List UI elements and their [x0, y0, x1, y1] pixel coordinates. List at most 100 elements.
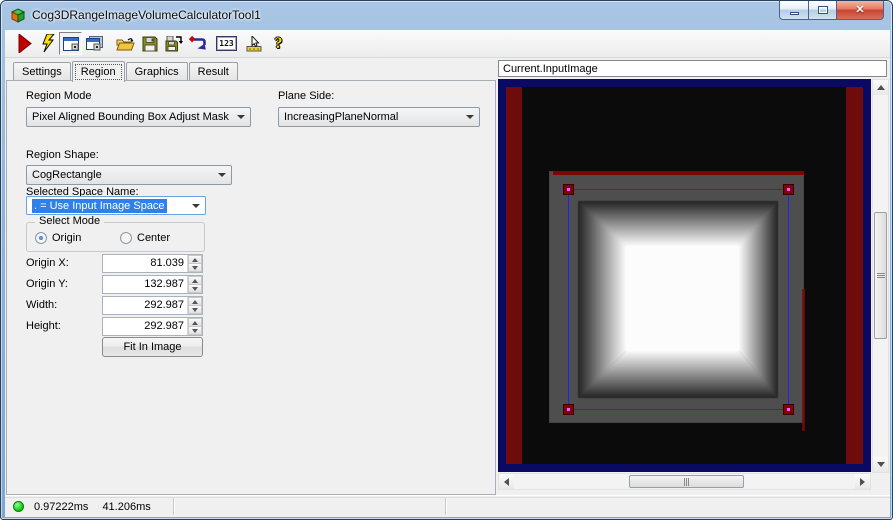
region-mode-select[interactable]: Pixel Aligned Bounding Box Adjust Mask: [26, 107, 251, 127]
radio-icon: [120, 232, 132, 244]
center-radio[interactable]: Center: [120, 232, 170, 244]
save-file-button[interactable]: [138, 32, 161, 55]
width-stepper[interactable]: 292.987: [102, 296, 203, 315]
run-icon: [18, 34, 32, 53]
save-image-button[interactable]: [162, 32, 185, 55]
client-area: 123 ? Settings Region Graphics Result Re…: [5, 30, 890, 517]
chevron-down-icon: [237, 115, 245, 119]
help-icon: ?: [274, 34, 283, 52]
spin-up-button[interactable]: [188, 276, 202, 285]
window-title: Cog3DRangeImageVolumeCalculatorTool1: [32, 8, 261, 22]
region-handle-bottom-right[interactable]: [783, 404, 794, 415]
horizontal-scrollbar[interactable]: [498, 473, 871, 490]
reset-icon: [189, 35, 206, 50]
maximize-button[interactable]: [808, 1, 837, 20]
origin-x-stepper[interactable]: 81.039: [102, 254, 203, 273]
region-mode-label: Region Mode: [26, 90, 92, 102]
spin-up-button[interactable]: [188, 255, 202, 264]
scroll-left-button[interactable]: [499, 474, 514, 489]
fit-in-image-button[interactable]: Fit In Image: [102, 337, 203, 357]
region-handle-top-right[interactable]: [783, 184, 794, 195]
vertical-scroll-thumb[interactable]: [874, 212, 887, 339]
scroll-right-button[interactable]: [855, 474, 870, 489]
execution-time: 0.97222ms: [34, 500, 89, 513]
close-icon: ✕: [855, 3, 865, 16]
chevron-down-icon: [218, 173, 226, 177]
tab-strip: Settings Region Graphics Result: [13, 60, 239, 82]
cube-tool-icon: [10, 8, 26, 23]
origin-x-label: Origin X:: [26, 257, 69, 269]
tab-settings[interactable]: Settings: [13, 62, 71, 81]
position-tool-button[interactable]: [242, 32, 265, 55]
minimize-button[interactable]: [779, 1, 808, 20]
lightning-icon: [42, 34, 55, 53]
height-label: Height:: [26, 320, 61, 332]
total-time: 41.206ms: [102, 500, 151, 513]
open-folder-icon: [116, 37, 135, 50]
save-image-icon: [165, 35, 183, 51]
chevron-down-icon: [466, 115, 474, 119]
electric-run-button[interactable]: [37, 32, 60, 55]
region-tab-page: Region Mode Pixel Aligned Bounding Box A…: [6, 80, 496, 495]
selected-space-select[interactable]: . = Use Input Image Space: [26, 196, 206, 215]
focus-rect: [74, 64, 122, 80]
status-indicator: [13, 501, 24, 512]
tab-region[interactable]: Region: [71, 61, 125, 82]
float-image-pane-button[interactable]: [83, 32, 106, 55]
scroll-down-button[interactable]: [873, 457, 888, 472]
origin-y-label: Origin Y:: [26, 278, 68, 290]
spin-down-button[interactable]: [188, 264, 202, 272]
tab-graphics[interactable]: Graphics: [125, 62, 188, 81]
width-label: Width:: [26, 299, 58, 311]
title-bar[interactable]: Cog3DRangeImageVolumeCalculatorTool1 ✕: [1, 1, 892, 29]
spin-down-button[interactable]: [188, 285, 202, 293]
scroll-up-button[interactable]: [873, 80, 888, 95]
minimize-icon: [789, 11, 799, 15]
region-overlay-rect[interactable]: [563, 184, 794, 415]
window-controls: ✕: [779, 1, 884, 20]
toolbar: 123 ?: [5, 30, 890, 58]
statusbar-seam: [5, 495, 890, 496]
region-shape-label: Region Shape:: [26, 149, 99, 161]
close-button[interactable]: ✕: [837, 1, 884, 20]
plane-side-select[interactable]: IncreasingPlaneNormal: [278, 107, 480, 127]
save-icon: [142, 36, 157, 51]
origin-radio[interactable]: Origin: [35, 232, 81, 244]
region-handle-top-left[interactable]: [563, 184, 574, 195]
status-bar: 0.97222ms 41.206ms: [5, 497, 890, 515]
plane-side-label: Plane Side:: [278, 90, 335, 102]
float-pane-icon: [86, 36, 103, 51]
run-button[interactable]: [13, 32, 36, 55]
reset-button[interactable]: [187, 32, 210, 55]
image-red-band-left: [506, 87, 522, 464]
radio-icon: [35, 232, 47, 244]
height-stepper[interactable]: 292.987: [102, 317, 203, 336]
image-pane-icon: [62, 36, 79, 51]
horizontal-scroll-thumb[interactable]: [629, 475, 744, 488]
spin-down-button[interactable]: [188, 306, 202, 314]
show-image-pane-button[interactable]: [59, 32, 82, 55]
numeric-precision-button[interactable]: 123: [215, 32, 238, 55]
range-image-display[interactable]: [498, 79, 871, 472]
image-source-select[interactable]: Current.InputImage: [498, 60, 887, 77]
tab-result[interactable]: Result: [188, 62, 238, 81]
origin-y-stepper[interactable]: 132.987: [102, 275, 203, 294]
tool-window: Cog3DRangeImageVolumeCalculatorTool1 ✕ 1…: [0, 0, 893, 520]
object-red-edge-right: [802, 289, 805, 431]
spin-up-button[interactable]: [188, 297, 202, 306]
image-red-band-right: [846, 87, 863, 464]
select-mode-group: Select Mode Origin Center: [26, 215, 205, 252]
pointer-ruler-icon: [246, 35, 261, 51]
chevron-down-icon: [192, 203, 200, 208]
spin-up-button[interactable]: [188, 318, 202, 327]
help-button[interactable]: ?: [267, 32, 290, 55]
numeric-display-icon: 123: [216, 36, 237, 51]
region-shape-select[interactable]: CogRectangle: [26, 165, 232, 185]
spin-down-button[interactable]: [188, 327, 202, 335]
status-separator: [444, 498, 447, 515]
maximize-icon: [817, 6, 828, 14]
open-file-button[interactable]: [114, 32, 137, 55]
status-separator: [172, 498, 175, 515]
vertical-scrollbar[interactable]: [872, 79, 889, 473]
region-handle-bottom-left[interactable]: [563, 404, 574, 415]
